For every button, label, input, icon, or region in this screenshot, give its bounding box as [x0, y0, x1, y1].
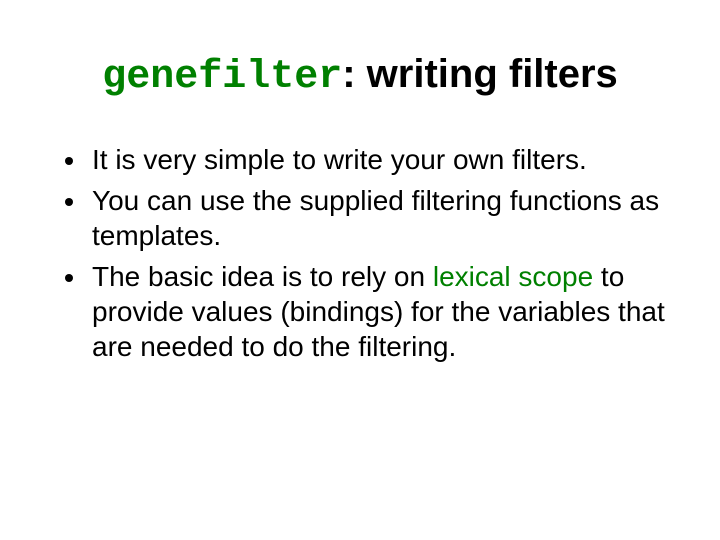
- title-code: genefilter: [102, 55, 342, 100]
- list-item: It is very simple to write your own filt…: [88, 142, 670, 177]
- slide-title: genefilter: writing filters: [50, 50, 670, 102]
- bullet-text: You can use the supplied filtering funct…: [92, 185, 659, 251]
- bullet-highlight: lexical scope: [433, 261, 593, 292]
- list-item: The basic idea is to rely on lexical sco…: [88, 259, 670, 364]
- slide: genefilter: writing filters It is very s…: [0, 0, 720, 540]
- bullet-list: It is very simple to write your own filt…: [60, 142, 670, 364]
- list-item: You can use the supplied filtering funct…: [88, 183, 670, 253]
- bullet-text: The basic idea is to rely on: [92, 261, 433, 292]
- title-rest: : writing filters: [342, 52, 618, 96]
- bullet-text: It is very simple to write your own filt…: [92, 144, 587, 175]
